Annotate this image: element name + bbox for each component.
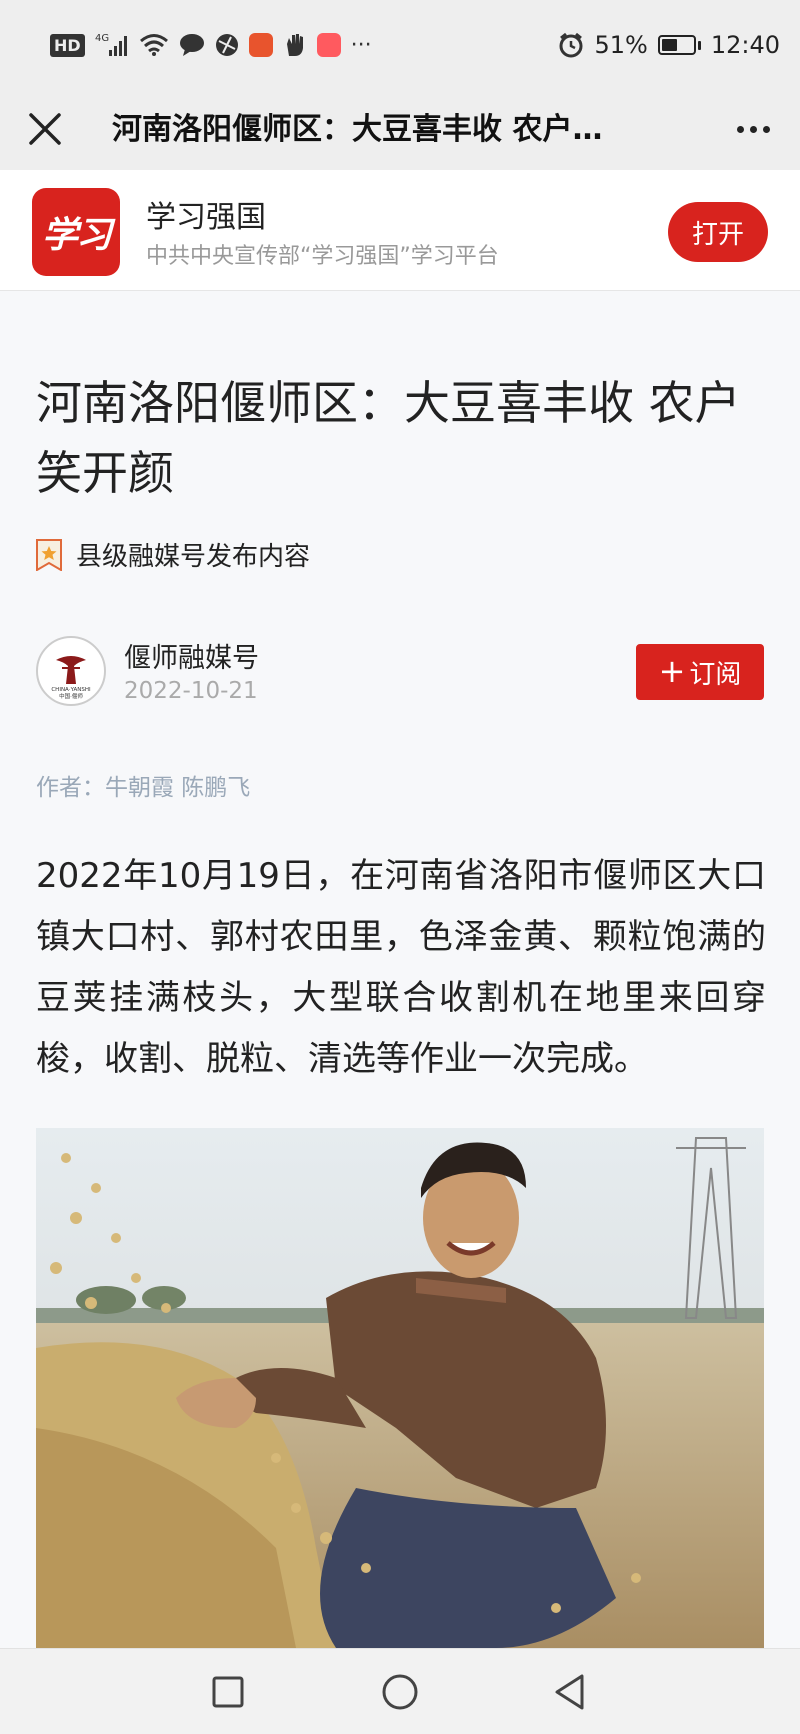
avatar-text-top: CHINA·YANSHI [51, 687, 91, 693]
author-avatar[interactable]: CHINA·YANSHI 中国·偃师 [36, 636, 106, 706]
app-notification-icon [248, 33, 273, 57]
home-icon[interactable] [375, 1667, 425, 1717]
browser-icon [215, 33, 239, 57]
app-logo-text: 学习 [41, 214, 112, 256]
avatar-text-bottom: 中国·偃师 [59, 692, 83, 700]
author-name[interactable]: 偃师融媒号 [124, 636, 259, 675]
cell-signal-icon: 4G [95, 32, 129, 58]
status-bar: HD 4G ··· 51% 12:40 [0, 0, 800, 90]
svg-text:4G: 4G [95, 33, 109, 44]
recent-apps-icon[interactable] [203, 1667, 253, 1717]
article-byline: 作者：牛朝霞 陈鹏飞 [36, 775, 251, 801]
app-download-banner: 学习 学习强国 中共中央宣传部“学习强国”学习平台 打开 [0, 170, 800, 291]
alarm-icon [558, 32, 584, 58]
status-bar-right: 51% 12:40 [558, 28, 780, 62]
battery-percent: 51% [594, 31, 648, 59]
plus-icon: + [658, 652, 686, 690]
system-navigation-bar [0, 1648, 800, 1734]
more-dots-icon[interactable] [728, 106, 778, 152]
close-icon[interactable] [20, 104, 70, 154]
app-subtitle: 中共中央宣传部“学习强国”学习平台 [146, 244, 499, 269]
subscribe-button[interactable]: + 订阅 [636, 644, 764, 700]
publish-date: 2022-10-21 [124, 678, 258, 704]
bookmark-star-icon [36, 538, 62, 572]
article-title: 河南洛阳偃师区：大豆喜丰收 农户笑开颜 [36, 376, 741, 500]
clock-time: 12:40 [710, 31, 780, 59]
xuexi-logo[interactable]: 学习 [32, 188, 120, 276]
nav-bar: 河南洛阳偃师区：大豆喜丰收 农户… [0, 90, 800, 170]
shopping-app-icon [316, 33, 341, 57]
article-photo[interactable] [36, 1128, 764, 1648]
message-icon [179, 33, 205, 57]
status-bar-left: HD 4G ··· [50, 28, 372, 62]
hd-indicator: HD [50, 33, 85, 57]
open-app-button[interactable]: 打开 [668, 202, 768, 262]
subscribe-label: 订阅 [689, 659, 742, 690]
app-name: 学习强国 [146, 200, 266, 235]
more-notifications: ··· [350, 32, 372, 58]
article-tag: 县级融媒号发布内容 [36, 536, 310, 573]
tag-label: 县级融媒号发布内容 [76, 542, 311, 572]
wifi-icon [139, 33, 169, 57]
hand-icon [283, 32, 307, 58]
battery-icon [657, 35, 701, 55]
back-icon[interactable] [545, 1667, 595, 1717]
article-body: 2022年10月19日，在河南省洛阳市偃师区大口镇大口村、郭村农田里，色泽金黄、… [36, 856, 766, 1079]
nav-title: 河南洛阳偃师区：大豆喜丰收 农户… [112, 112, 603, 147]
